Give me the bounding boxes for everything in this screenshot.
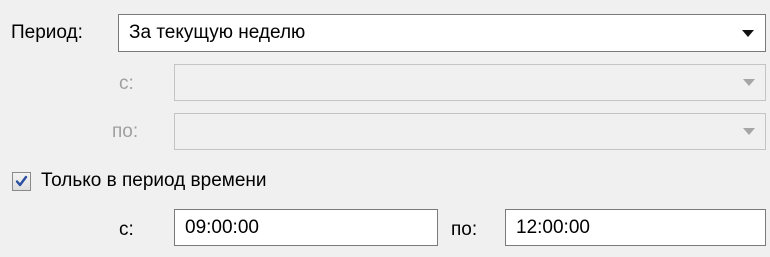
chevron-down-icon [743, 79, 755, 86]
period-from-label: с: [119, 73, 134, 94]
time-to-label: по: [451, 219, 478, 240]
time-from-label: с: [119, 219, 134, 240]
period-select[interactable]: За текущую неделю [118, 14, 766, 52]
time-range-checkbox[interactable] [12, 172, 31, 191]
chevron-down-icon [743, 128, 755, 135]
time-from-value: 09:00:00 [185, 217, 259, 238]
time-from-input[interactable]: 09:00:00 [174, 209, 438, 246]
chevron-down-icon [742, 30, 754, 37]
period-from-date-picker[interactable] [174, 64, 766, 101]
checkmark-icon [15, 175, 28, 187]
time-to-input[interactable]: 12:00:00 [505, 209, 766, 246]
period-select-value: За текущую неделю [129, 22, 306, 43]
time-to-value: 12:00:00 [516, 217, 590, 238]
period-label: Период: [11, 22, 83, 43]
time-range-checkbox-label[interactable]: Только в период времени [41, 170, 267, 192]
period-to-label: по: [112, 121, 139, 142]
period-to-date-picker[interactable] [174, 113, 766, 150]
period-filter-panel: Период: За текущую неделю с: по: Только … [0, 0, 770, 257]
